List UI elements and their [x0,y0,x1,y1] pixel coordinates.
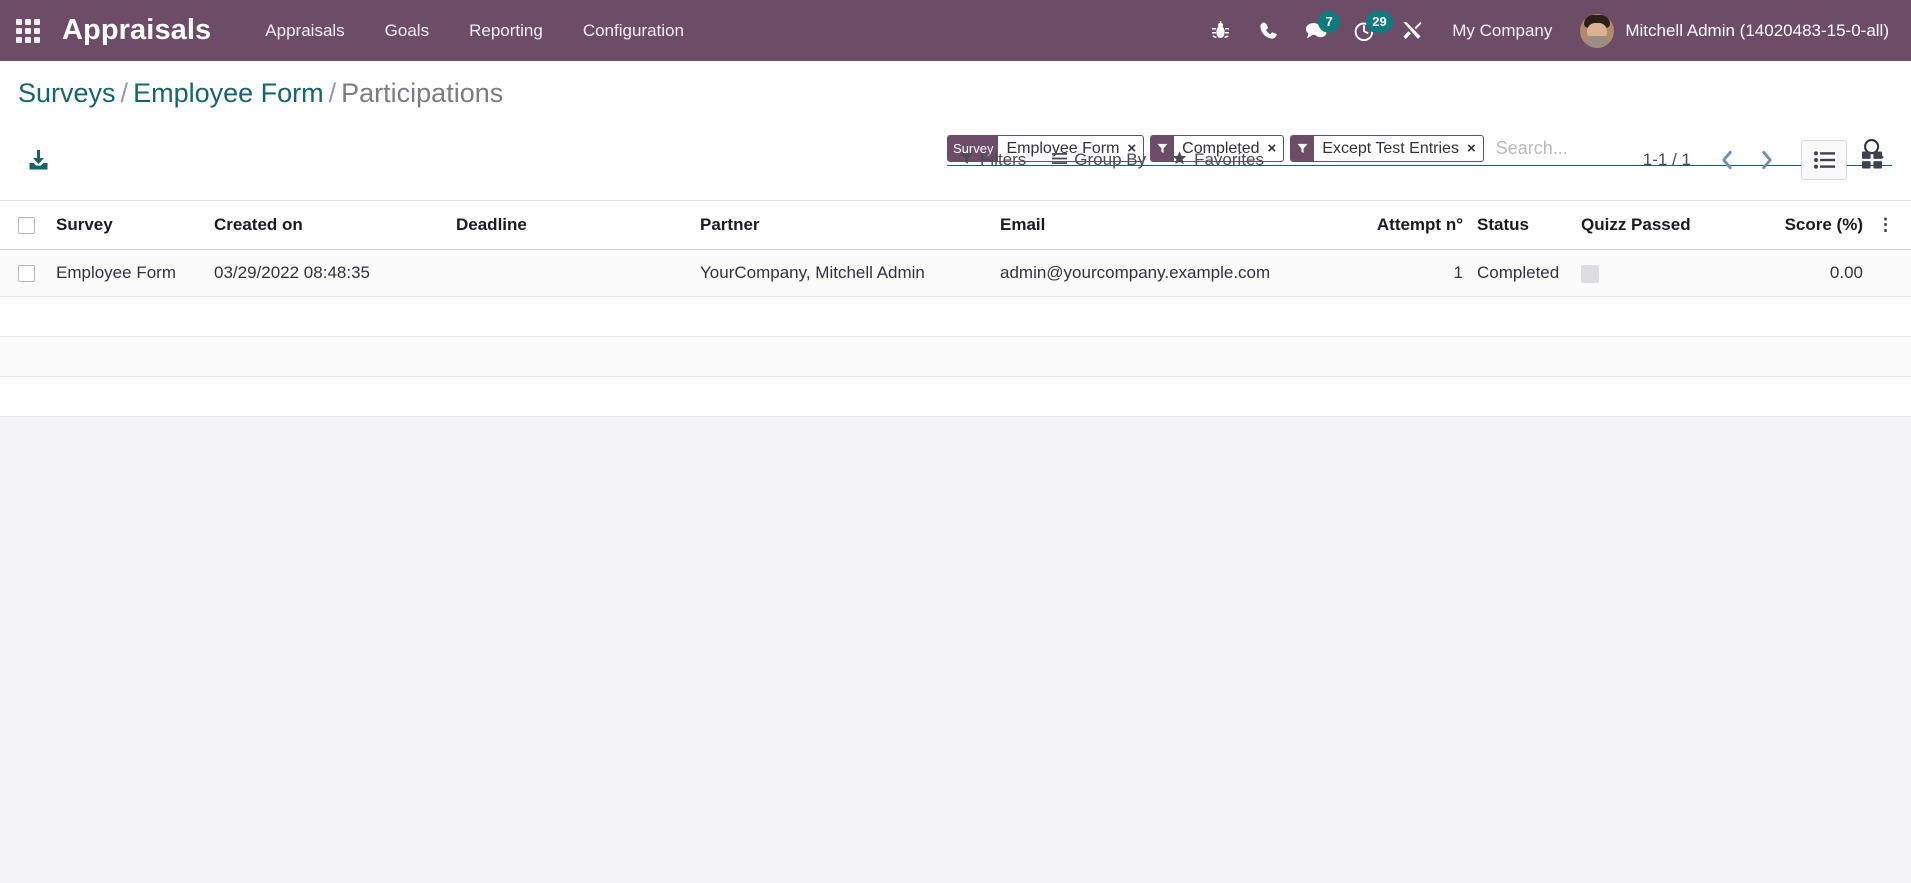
column-header-email[interactable]: Email [1000,201,1374,250]
empty-cell [0,296,1911,337]
table-header: Survey Created on Deadline Partner Email… [0,201,1911,250]
empty-cell [0,336,1911,377]
menu-item-appraisals[interactable]: Appraisals [245,13,364,49]
breadcrumb: Surveys / Employee Form / Participations [18,78,504,109]
breadcrumb-separator: / [328,78,337,108]
list-view-button[interactable] [1801,140,1847,180]
group-by-menu[interactable]: Group By [1052,150,1146,170]
menu-item-goals[interactable]: Goals [365,13,449,49]
cell-score: 0.00 [1771,249,1877,297]
cell-quizz-passed [1581,249,1771,297]
favorites-menu[interactable]: Favorites [1172,150,1264,170]
pager: 1-1 / 1 [1643,143,1787,177]
filters-menu-label: Filters [980,150,1027,169]
search-dropdown-menus: Filters Group By Favorites [960,150,1264,170]
select-all-checkbox[interactable] [18,217,35,235]
vertical-dots-icon[interactable]: ⋮ [1877,215,1894,234]
cell-options [1877,249,1911,297]
select-all-header [0,201,56,250]
column-header-score[interactable]: Score (%) [1771,201,1877,250]
menu-item-configuration[interactable]: Configuration [563,13,704,49]
apps-grid-icon[interactable] [8,11,48,51]
activities-clock-icon[interactable]: 29 [1340,9,1393,53]
favorites-menu-label: Favorites [1194,150,1265,169]
user-menu[interactable]: Mitchell Admin (14020483-15-0-all) [1568,10,1897,52]
cell-created-on: 03/29/2022 08:48:35 [214,249,456,297]
page-background [0,417,1911,837]
funnel-icon [960,150,973,170]
column-header-deadline[interactable]: Deadline [456,201,700,250]
column-header-quizz-passed[interactable]: Quizz Passed [1581,201,1771,250]
kanban-view-button[interactable] [1849,140,1895,180]
breadcrumb-item-participations: Participations [341,78,504,108]
download-import-icon[interactable] [18,142,58,178]
main-menu: Appraisals Goals Reporting Configuration [245,13,704,49]
filters-menu[interactable]: Filters [960,150,1026,170]
empty-row [0,376,1911,417]
breadcrumb-item-employee-form[interactable]: Employee Form [133,78,324,108]
table-row[interactable]: Employee Form 03/29/2022 08:48:35 YourCo… [0,249,1911,297]
cell-deadline [456,249,700,297]
empty-row [0,336,1911,377]
control-panel: Surveys / Employee Form / Participations Sur… [0,61,1911,201]
view-switcher [1801,140,1895,180]
star-icon [1172,150,1187,170]
pager-value[interactable]: 1-1 / 1 [1643,150,1691,170]
row-select-cell [0,249,56,297]
company-switcher[interactable]: My Company [1436,13,1568,49]
column-header-status[interactable]: Status [1477,201,1581,250]
records-table: Survey Created on Deadline Partner Email… [0,201,1911,417]
cell-attempt: 1 [1374,249,1477,297]
bars-icon [1052,150,1068,170]
column-header-created-on[interactable]: Created on [214,201,456,250]
optional-columns-toggle[interactable]: ⋮ [1877,201,1911,250]
table-body: Employee Form 03/29/2022 08:48:35 YourCo… [0,249,1911,417]
control-panel-buttons [18,142,58,178]
quizz-passed-checkbox[interactable] [1581,264,1599,283]
user-name-label: Mitchell Admin (14020483-15-0-all) [1625,20,1889,40]
chevron-left-icon[interactable] [1707,143,1747,177]
chevron-right-icon[interactable] [1747,143,1787,177]
app-brand-title[interactable]: Appraisals [62,14,211,47]
group-by-menu-label: Group By [1074,150,1147,169]
messages-icon[interactable]: 7 [1292,9,1341,53]
empty-row [0,296,1911,337]
row-checkbox[interactable] [18,265,35,283]
column-header-attempt[interactable]: Attempt n° [1374,201,1477,250]
breadcrumb-separator: / [120,78,129,108]
menu-item-reporting[interactable]: Reporting [449,13,563,49]
empty-cell [0,376,1911,417]
list-view-table-wrapper: Survey Created on Deadline Partner Email… [0,201,1911,417]
cell-status: Completed [1477,249,1581,297]
phone-icon[interactable] [1244,9,1292,53]
column-header-partner[interactable]: Partner [700,201,1000,250]
column-header-survey[interactable]: Survey [56,201,214,250]
table-header-row: Survey Created on Deadline Partner Email… [0,201,1911,250]
breadcrumb-item-surveys[interactable]: Surveys [18,78,116,108]
cell-survey: Employee Form [56,249,214,297]
top-navbar: Appraisals Appraisals Goals Reporting Co… [0,0,1911,61]
control-panel-right: 1-1 / 1 [1643,140,1895,180]
bug-icon[interactable] [1196,9,1244,53]
avatar [1580,13,1615,48]
systray: 7 29 My Company Mitchell Admin (14020483… [1196,9,1897,53]
messages-badge: 7 [1318,10,1341,33]
cell-email: admin@yourcompany.example.com [1000,249,1374,297]
cell-partner: YourCompany, Mitchell Admin [700,249,1000,297]
developer-tools-icon[interactable] [1388,9,1436,53]
